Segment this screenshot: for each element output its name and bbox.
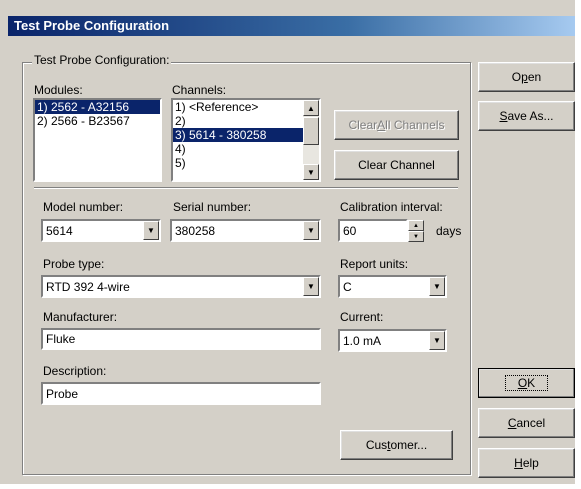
description-label: Description:	[43, 364, 107, 378]
channel-item-3[interactable]: 3) 5614 - 380258	[173, 128, 303, 142]
serial-number-value: 380258	[175, 223, 216, 238]
window-title: Test Probe Configuration	[14, 18, 170, 33]
separator-line	[34, 187, 458, 189]
dropdown-arrow-icon[interactable]: ▼	[429, 331, 445, 350]
modules-label: Modules:	[34, 83, 83, 97]
current-value: 1.0 mA	[343, 333, 382, 348]
report-units-value: C	[343, 279, 352, 294]
description-input[interactable]: Probe	[41, 382, 321, 405]
channel-item-4[interactable]: 4)	[173, 142, 319, 156]
calibration-spinner[interactable]: ▲ ▼	[408, 220, 424, 242]
module-item-2[interactable]: 2) 2566 - B23567	[35, 114, 160, 128]
serial-number-label: Serial number:	[173, 200, 252, 214]
module-item-1[interactable]: 1) 2562 - A32156	[35, 100, 160, 114]
channels-scrollbar[interactable]: ▲ ▼	[303, 100, 319, 180]
manufacturer-label: Manufacturer:	[43, 310, 118, 324]
model-number-value: 5614	[46, 223, 73, 238]
calibration-interval-value: 60	[343, 223, 357, 238]
spin-up-icon[interactable]: ▲	[408, 220, 424, 231]
dropdown-arrow-icon[interactable]: ▼	[143, 221, 159, 240]
days-label: days	[436, 224, 462, 238]
manufacturer-value: Fluke	[46, 332, 76, 346]
clear-all-channels-button[interactable]: Clear All Channels	[334, 110, 459, 140]
ok-button[interactable]: OK	[478, 368, 575, 398]
scroll-thumb[interactable]	[303, 117, 319, 145]
scroll-down-arrow-icon[interactable]: ▼	[303, 164, 319, 180]
probe-type-value: RTD 392 4-wire	[46, 279, 130, 294]
groupbox-label: Test Probe Configuration:	[32, 53, 172, 67]
channel-item-1[interactable]: 1) <Reference>	[173, 100, 319, 114]
probe-type-dropdown[interactable]: RTD 392 4-wire ▼	[41, 275, 321, 298]
serial-number-dropdown[interactable]: 380258 ▼	[170, 219, 321, 242]
report-units-dropdown[interactable]: C ▼	[338, 275, 447, 298]
model-number-dropdown[interactable]: 5614 ▼	[41, 219, 161, 242]
spin-down-icon[interactable]: ▼	[408, 231, 424, 242]
save-as-button[interactable]: Save As...	[478, 101, 575, 131]
scroll-up-arrow-icon[interactable]: ▲	[303, 100, 319, 116]
calibration-interval-label: Calibration interval:	[340, 200, 443, 214]
help-button[interactable]: Help	[478, 448, 575, 478]
calibration-interval-input[interactable]: 60	[338, 219, 408, 242]
open-button[interactable]: Op en	[478, 62, 575, 92]
channels-label: Channels:	[172, 83, 227, 97]
report-units-label: Report units:	[340, 257, 409, 271]
dialog-window: Test Probe Configuration Test Probe Conf…	[0, 0, 575, 484]
model-number-label: Model number:	[43, 200, 124, 214]
channel-item-5[interactable]: 5)	[173, 156, 319, 170]
customer-button[interactable]: Cus t omer...	[340, 430, 453, 460]
probe-type-label: Probe type:	[43, 257, 105, 271]
cancel-button[interactable]: Cancel	[478, 408, 575, 438]
title-bar[interactable]: Test Probe Configuration	[8, 16, 575, 36]
current-label: Current:	[340, 310, 384, 324]
current-dropdown[interactable]: 1.0 mA ▼	[338, 329, 447, 352]
clear-channel-button[interactable]: Clear Channel	[334, 150, 459, 180]
description-value: Probe	[46, 386, 79, 401]
dropdown-arrow-icon[interactable]: ▼	[303, 221, 319, 240]
channels-listbox[interactable]: 1) <Reference> 2) 3) 5614 - 380258 4) 5)…	[171, 98, 321, 182]
manufacturer-input[interactable]: Fluke	[41, 328, 321, 350]
channel-item-2[interactable]: 2)	[173, 114, 319, 128]
dropdown-arrow-icon[interactable]: ▼	[303, 277, 319, 296]
modules-listbox[interactable]: 1) 2562 - A32156 2) 2566 - B23567	[33, 98, 162, 182]
dropdown-arrow-icon[interactable]: ▼	[429, 277, 445, 296]
